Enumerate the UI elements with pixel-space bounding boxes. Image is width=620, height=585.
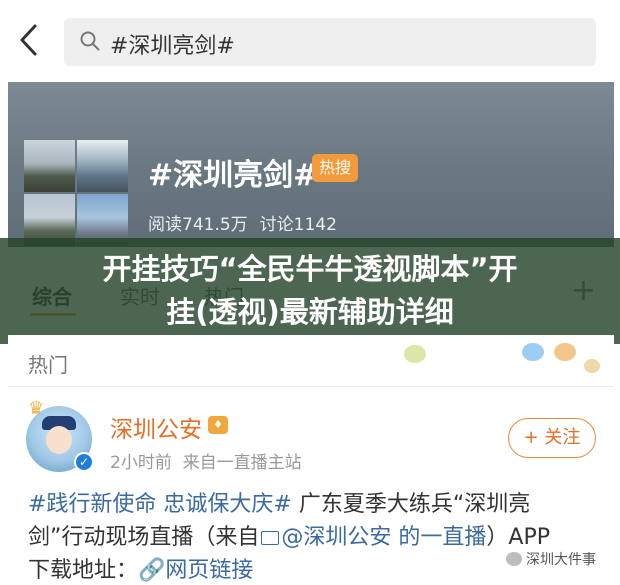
avatar-face: [46, 426, 72, 454]
content-text: 剑”行动现场直播（来自: [28, 525, 260, 550]
post-source: 来自一直播主站: [182, 453, 302, 473]
emoji-decorations: [404, 339, 604, 373]
topic-stats: 阅读741.5万 讨论1142: [148, 210, 349, 235]
discussion-count: 讨论1142: [259, 215, 337, 235]
cover-photo: [24, 140, 75, 192]
post-time: 2小时前: [110, 453, 172, 473]
watermark-icon: [506, 552, 522, 566]
topic-title: #深圳亮剑#: [148, 158, 319, 193]
overlay-caption-line: 挂(透视)最新辅助详细: [166, 295, 454, 329]
top-bar: #深圳亮剑#: [0, 0, 620, 82]
crown-icon: ♛: [28, 398, 45, 419]
hashtag-link[interactable]: #践行新使命 忠诚保大庆#: [28, 492, 292, 517]
post-meta: 2小时前 来自一直播主站: [110, 448, 302, 473]
emoji-icon: [554, 343, 576, 361]
search-icon: [80, 31, 100, 51]
cover-photo: [77, 140, 128, 192]
hot-search-badge: 热搜: [312, 154, 358, 182]
topic-cover-image: [24, 140, 128, 246]
emoji-icon: [584, 359, 600, 373]
content-text: ）APP: [486, 525, 550, 550]
hot-section-header: 热门: [8, 335, 614, 387]
emoji-icon: [522, 343, 544, 361]
emoji-icon: [404, 345, 426, 363]
vip-icon: ♦: [208, 416, 228, 434]
watermark: 深圳大件事: [506, 549, 596, 569]
author-name[interactable]: 深圳公安: [110, 410, 202, 444]
read-count: 阅读741.5万: [148, 215, 248, 235]
content-line: #践行新使命 忠诚保大庆# 广东夏季大练兵“深圳亮: [28, 488, 598, 521]
link-icon: 🔗: [138, 558, 166, 583]
mention-link[interactable]: @深圳公安 的一直播: [281, 525, 486, 550]
search-query: #深圳亮剑#: [110, 34, 235, 59]
content-text: 广东夏季大练兵“深圳亮: [291, 492, 531, 517]
overlay-caption-line: 开挂技巧“全民牛牛透视脚本”开: [102, 252, 518, 286]
post-card[interactable]: ♛ ✓ 深圳公安 ♦ 2小时前 来自一直播主站 + 关注 #践行新使命 忠诚保大…: [8, 388, 614, 585]
search-input[interactable]: #深圳亮剑#: [64, 18, 596, 66]
overlay-caption: 开挂技巧“全民牛牛透视脚本”开 挂(透视)最新辅助详细: [0, 248, 620, 334]
live-icon: [261, 531, 280, 545]
follow-button[interactable]: + 关注: [508, 418, 596, 458]
web-link[interactable]: 网页链接: [165, 558, 253, 583]
topic-header: #深圳亮剑# 热搜 阅读741.5万 讨论1142: [8, 82, 614, 247]
post-content: #践行新使命 忠诚保大庆# 广东夏季大练兵“深圳亮 剑”行动现场直播（来自 @深圳…: [28, 488, 598, 585]
verified-icon: ✓: [74, 452, 94, 472]
caption-overlay: 开挂技巧“全民牛牛透视脚本”开 挂(透视)最新辅助详细: [0, 238, 620, 344]
watermark-text: 深圳大件事: [526, 552, 596, 568]
section-label: 热门: [28, 353, 68, 377]
back-arrow-icon[interactable]: [18, 22, 54, 62]
content-text: 下载地址：: [28, 558, 139, 583]
